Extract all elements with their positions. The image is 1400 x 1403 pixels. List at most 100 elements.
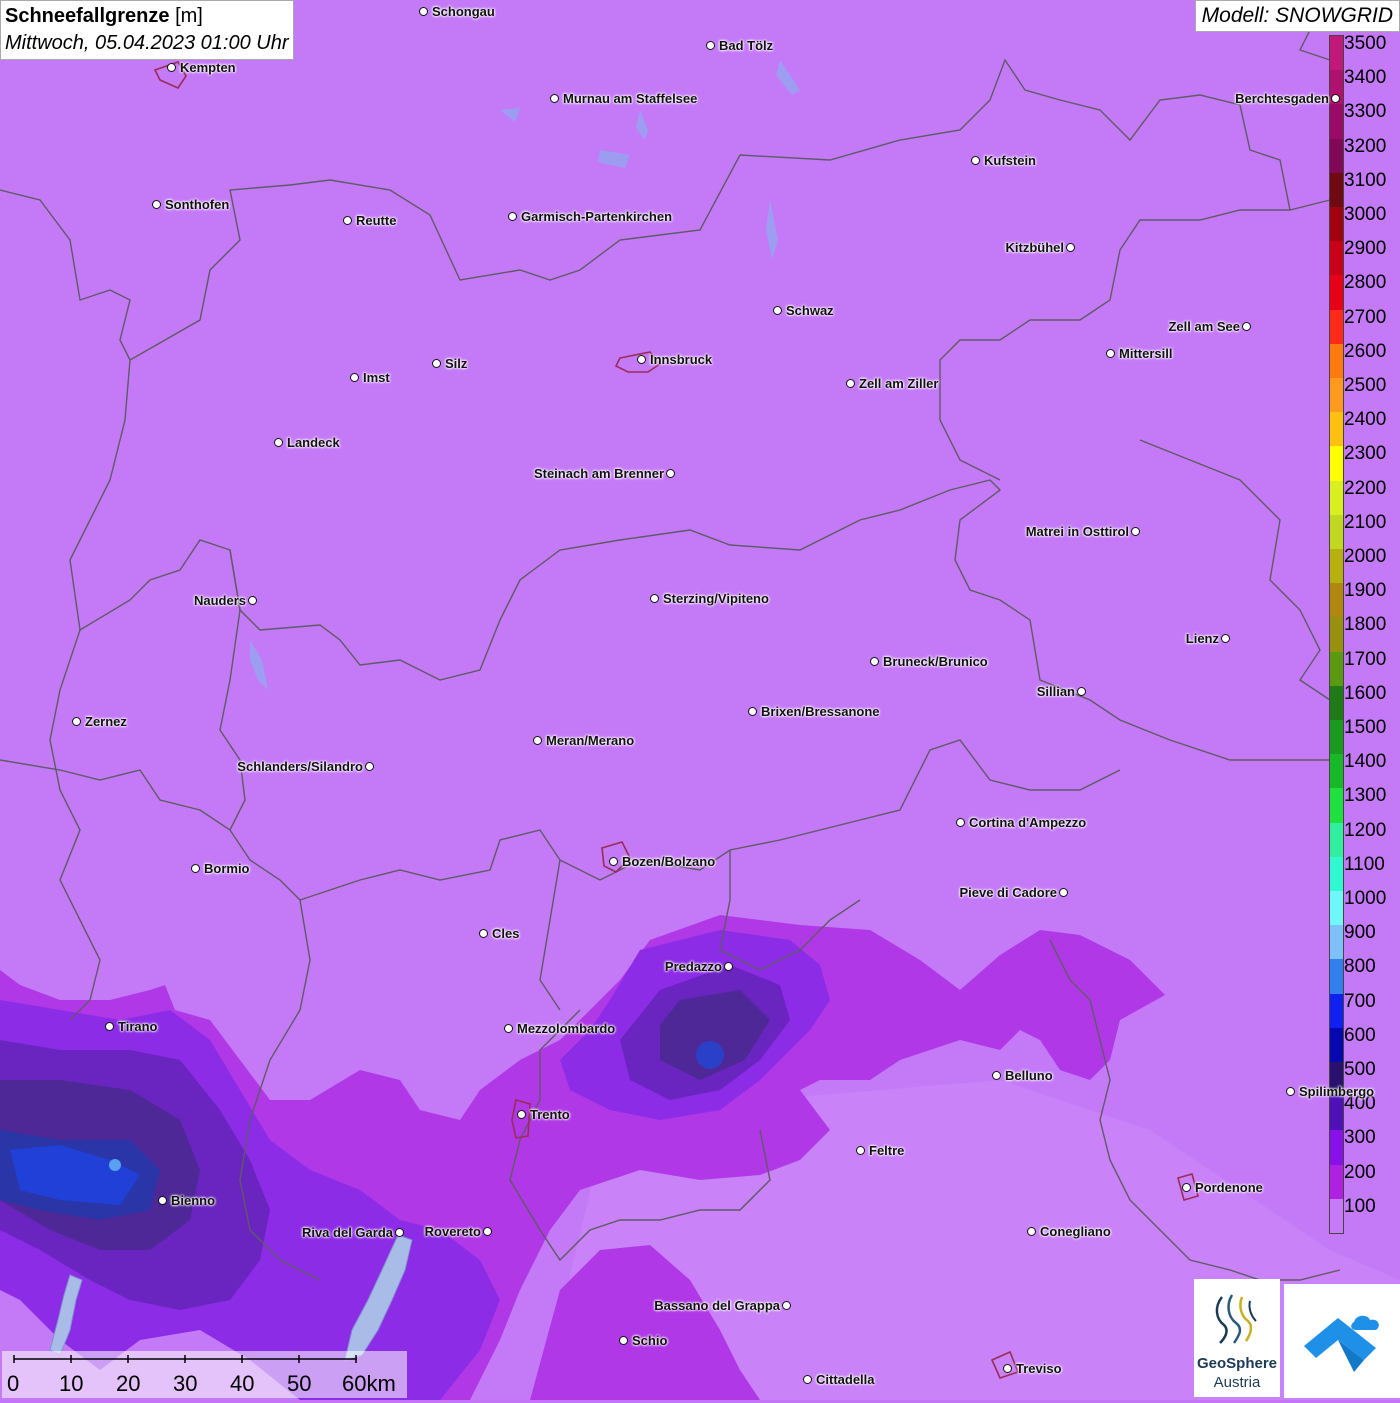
city-marker[interactable] bbox=[432, 359, 441, 368]
city-marker[interactable] bbox=[191, 864, 200, 873]
legend-swatch bbox=[1330, 343, 1343, 379]
scale-label: 0 bbox=[7, 1371, 20, 1396]
city-marker[interactable] bbox=[856, 1146, 865, 1155]
scale-bar: 0 10 20 30 40 50 60km bbox=[2, 1351, 407, 1398]
model-label: Modell: SNOWGRID bbox=[1194, 0, 1400, 32]
map-title-box: Schneefallgrenze [m] Mittwoch, 05.04.202… bbox=[0, 0, 294, 60]
city-marker[interactable] bbox=[1059, 888, 1068, 897]
city-label: Bormio bbox=[204, 861, 250, 876]
legend-value: 700 bbox=[1344, 990, 1376, 1012]
legend-swatch bbox=[1330, 1096, 1343, 1131]
city-label: Conegliano bbox=[1040, 1224, 1111, 1239]
legend-value: 600 bbox=[1344, 1024, 1376, 1046]
geosphere-logo[interactable]: GeoSphere Austria bbox=[1194, 1279, 1280, 1397]
legend-swatch bbox=[1330, 241, 1343, 276]
map-unit: [m] bbox=[175, 5, 203, 27]
city-label: Zell am Ziller bbox=[859, 376, 939, 391]
city-marker[interactable] bbox=[1182, 1183, 1191, 1192]
city-marker[interactable] bbox=[748, 707, 757, 716]
legend-value: 1600 bbox=[1344, 682, 1387, 704]
legend-value: 2900 bbox=[1344, 238, 1387, 260]
city-marker[interactable] bbox=[504, 1024, 513, 1033]
city-marker[interactable] bbox=[517, 1110, 526, 1119]
legend-value: 2300 bbox=[1344, 443, 1387, 465]
city-label: Cittadella bbox=[816, 1372, 875, 1387]
city-label: Rovereto bbox=[424, 1224, 481, 1239]
legend-value: 3000 bbox=[1344, 204, 1387, 225]
city-marker[interactable] bbox=[365, 762, 374, 771]
city-label: Kitzbühel bbox=[1005, 240, 1065, 255]
legend-value: 1100 bbox=[1344, 853, 1385, 875]
city-marker[interactable] bbox=[419, 7, 428, 16]
city-marker[interactable] bbox=[167, 63, 176, 72]
city-label: Nauders bbox=[193, 593, 246, 608]
city-label: Cles bbox=[492, 926, 520, 941]
city-marker[interactable] bbox=[956, 818, 965, 827]
city-marker[interactable] bbox=[274, 438, 283, 447]
city-marker[interactable] bbox=[650, 594, 659, 603]
city-marker[interactable] bbox=[533, 736, 542, 745]
city-marker[interactable] bbox=[350, 373, 359, 382]
city-label: Bienno bbox=[171, 1193, 216, 1208]
city-marker[interactable] bbox=[152, 200, 161, 209]
geosphere-text: GeoSphere bbox=[1196, 1355, 1278, 1372]
city-marker[interactable] bbox=[1077, 687, 1086, 696]
city-marker[interactable] bbox=[158, 1196, 167, 1205]
city-label: Bruneck/Brunico bbox=[883, 654, 988, 669]
city-marker[interactable] bbox=[870, 657, 879, 666]
city-label: Riva del Garda bbox=[301, 1225, 393, 1240]
legend-value: 2800 bbox=[1344, 272, 1387, 294]
city-marker[interactable] bbox=[1221, 634, 1230, 643]
city-marker[interactable] bbox=[706, 41, 715, 50]
city-label: Bad Tölz bbox=[719, 38, 774, 53]
city-marker[interactable] bbox=[248, 596, 257, 605]
city-marker[interactable] bbox=[1286, 1087, 1295, 1096]
partner-logo[interactable] bbox=[1284, 1284, 1400, 1398]
city-marker[interactable] bbox=[773, 306, 782, 315]
city-label: Cortina d'Ampezzo bbox=[969, 815, 1087, 830]
city-label: Bassano del Grappa bbox=[654, 1298, 780, 1313]
city-marker[interactable] bbox=[666, 469, 675, 478]
legend-value: 2500 bbox=[1344, 375, 1387, 396]
city-marker[interactable] bbox=[550, 94, 559, 103]
city-marker[interactable] bbox=[782, 1301, 791, 1310]
city-marker[interactable] bbox=[803, 1375, 812, 1384]
scale-label: 60km bbox=[342, 1371, 396, 1396]
city-marker[interactable] bbox=[1027, 1227, 1036, 1236]
city-label: Mezzolombardo bbox=[517, 1021, 616, 1036]
city-marker[interactable] bbox=[1066, 243, 1075, 252]
city-marker[interactable] bbox=[1331, 94, 1340, 103]
city-marker[interactable] bbox=[72, 717, 81, 726]
city-label: Tirano bbox=[118, 1019, 158, 1034]
city-marker[interactable] bbox=[971, 156, 980, 165]
city-marker[interactable] bbox=[1242, 322, 1251, 331]
legend-value: 1500 bbox=[1344, 717, 1387, 738]
city-label: Kempten bbox=[180, 60, 236, 75]
city-marker[interactable] bbox=[508, 212, 517, 221]
city-marker[interactable] bbox=[479, 929, 488, 938]
city-marker[interactable] bbox=[637, 355, 646, 364]
city-label: Schio bbox=[632, 1333, 668, 1348]
city-marker[interactable] bbox=[1131, 527, 1140, 536]
city-marker[interactable] bbox=[619, 1336, 628, 1345]
legend-swatch bbox=[1330, 754, 1343, 789]
city-marker[interactable] bbox=[846, 379, 855, 388]
legend-swatch bbox=[1330, 309, 1343, 345]
city-marker[interactable] bbox=[483, 1227, 492, 1236]
city-marker[interactable] bbox=[1003, 1364, 1012, 1373]
city-marker[interactable] bbox=[724, 962, 733, 971]
city-marker[interactable] bbox=[105, 1022, 114, 1031]
legend-value: 2000 bbox=[1344, 546, 1387, 567]
city-marker[interactable] bbox=[609, 857, 618, 866]
legend-labels: 3500 3400 3300 3200 3100 3000 2900 2800 2700 2600… bbox=[1344, 34, 1400, 1235]
legend-value: 1200 bbox=[1344, 819, 1387, 841]
city-label: Steinach am Brenner bbox=[533, 466, 664, 481]
city-label: Silz bbox=[445, 356, 468, 371]
city-marker[interactable] bbox=[1106, 349, 1115, 358]
city-marker[interactable] bbox=[992, 1071, 1001, 1080]
city-label: Schwaz bbox=[786, 303, 834, 318]
legend-swatch bbox=[1330, 1198, 1343, 1234]
city-marker[interactable] bbox=[343, 216, 352, 225]
city-marker[interactable] bbox=[395, 1228, 404, 1237]
legend-value: 3200 bbox=[1344, 135, 1387, 157]
